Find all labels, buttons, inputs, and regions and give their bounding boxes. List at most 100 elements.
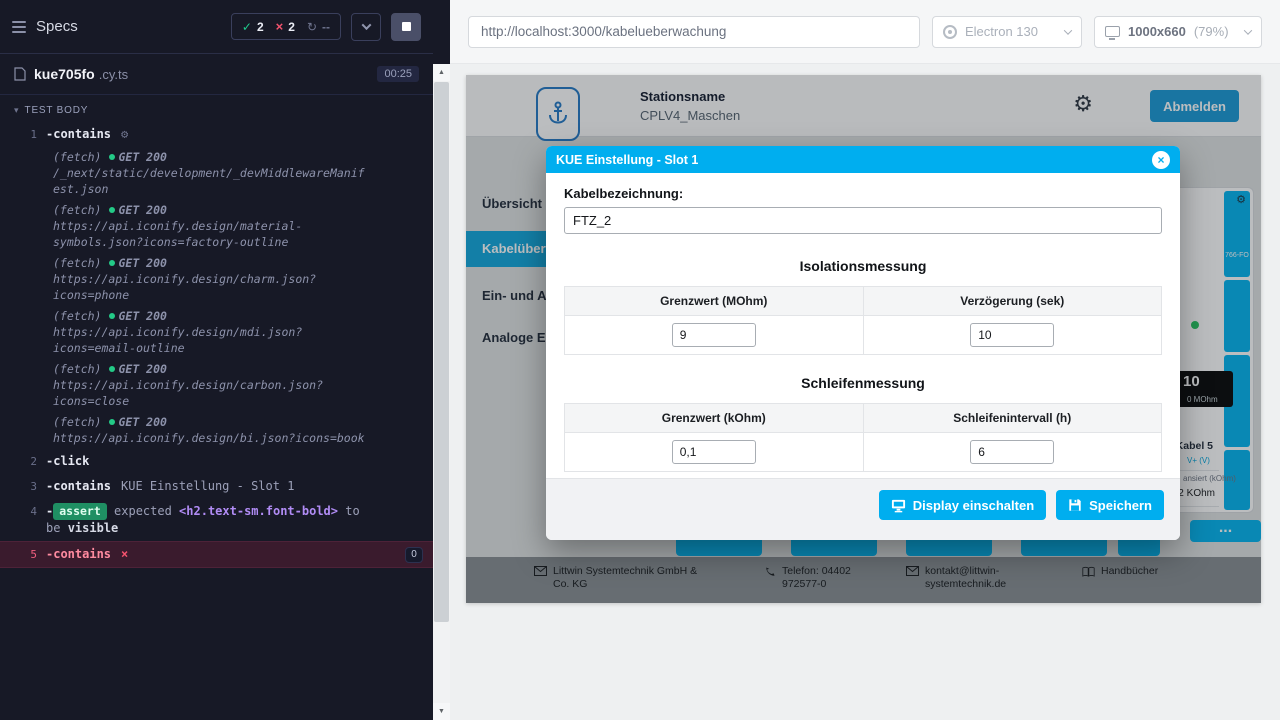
success-dot-icon bbox=[109, 313, 115, 319]
isolation-section-title: Isolationsmessung bbox=[564, 258, 1162, 274]
command-text: -contains× bbox=[46, 546, 128, 563]
grenzwert-kohm-input[interactable] bbox=[672, 440, 756, 464]
loop-table: Grenzwert (kOhm) Schleifenintervall (h) bbox=[564, 403, 1162, 472]
url-input[interactable] bbox=[468, 16, 920, 48]
loop-section-title: Schleifenmessung bbox=[564, 375, 1162, 391]
command-text: -click bbox=[46, 453, 89, 470]
network-log-row[interactable]: (fetch)GET 200 https://api.iconify.desig… bbox=[53, 412, 365, 449]
chevron-down-icon bbox=[1244, 26, 1252, 34]
main-area: Electron 130 1000x660 (79%) Stationsname… bbox=[450, 0, 1280, 720]
reporter-top-filler bbox=[433, 0, 450, 64]
save-button[interactable]: Speichern bbox=[1056, 490, 1164, 520]
fetch-line: (fetch)GET 200 bbox=[53, 361, 365, 377]
modal-title: KUE Einstellung - Slot 1 bbox=[556, 153, 698, 167]
scrollbar-thumb[interactable] bbox=[434, 82, 449, 622]
grenzwert-mohm-input[interactable] bbox=[672, 323, 756, 347]
browser-label: Electron 130 bbox=[965, 24, 1038, 39]
command-text: -assert expected <h2.text-sm.font-bold> … bbox=[46, 503, 376, 537]
isolation-table: Grenzwert (MOhm) Verzögerung (sek) bbox=[564, 286, 1162, 355]
failed-count: 2 bbox=[288, 20, 295, 34]
fetch-url: https://api.iconify.design/charm.json?ic… bbox=[53, 271, 365, 303]
line-number: 3 bbox=[0, 478, 46, 495]
stat-pending: ↻ -- bbox=[307, 20, 330, 34]
fetch-line: (fetch)GET 200 bbox=[53, 202, 365, 218]
fetch-url: https://api.iconify.design/carbon.json?i… bbox=[53, 377, 365, 409]
modal-header: KUE Einstellung - Slot 1 × bbox=[546, 146, 1180, 173]
page: Specs ✓ 2 × 2 ↻ -- bbox=[0, 0, 1280, 720]
fetch-url: https://api.iconify.design/bi.json?icons… bbox=[53, 430, 365, 446]
fetch-line: (fetch)GET 200 bbox=[53, 414, 365, 430]
fetch-url: https://api.iconify.design/mdi.json?icon… bbox=[53, 324, 365, 356]
specs-menu-icon[interactable] bbox=[12, 21, 26, 33]
command-row-click[interactable]: 2 -click bbox=[0, 449, 433, 474]
cypress-reporter: Specs ✓ 2 × 2 ↻ -- bbox=[0, 0, 450, 720]
command-options-gear-icon[interactable]: ⚙ bbox=[121, 127, 128, 141]
display-on-button[interactable]: Display einschalten bbox=[879, 490, 1046, 520]
spec-name: kue705fo bbox=[34, 66, 95, 82]
reporter-content: Specs ✓ 2 × 2 ↻ -- bbox=[0, 0, 433, 720]
display-icon bbox=[891, 498, 906, 513]
collapse-button[interactable] bbox=[351, 13, 381, 41]
browser-select[interactable]: Electron 130 bbox=[932, 16, 1082, 48]
network-log-row[interactable]: (fetch)GET 200 https://api.iconify.desig… bbox=[53, 253, 365, 306]
viewport-size: 1000x660 bbox=[1128, 24, 1186, 39]
fetch-line: (fetch)GET 200 bbox=[53, 255, 365, 271]
chevron-down-icon bbox=[361, 20, 371, 30]
assert-badge: assert bbox=[53, 503, 107, 520]
success-dot-icon bbox=[109, 207, 115, 213]
kue-settings-modal: KUE Einstellung - Slot 1 × Kabelbezeichn… bbox=[546, 146, 1180, 540]
success-dot-icon bbox=[109, 154, 115, 160]
modal-body: Kabelbezeichnung: Isolationsmessung Gren… bbox=[546, 173, 1180, 472]
schleifenintervall-input[interactable] bbox=[970, 440, 1054, 464]
column-header: Verzögerung (sek) bbox=[863, 287, 1162, 316]
aut-frame: Stationsname CPLV4_Maschen ⚙ Abmelden Üb… bbox=[466, 75, 1261, 603]
command-row-contains[interactable]: 3 -containsKUE Einstellung - Slot 1 bbox=[0, 474, 433, 499]
error-x-icon: × bbox=[121, 547, 128, 561]
command-log: 1 -contains⚙ (fetch)GET 200 /_next/stati… bbox=[0, 122, 433, 568]
scroll-down-arrow[interactable]: ▼ bbox=[433, 703, 450, 720]
scroll-up-arrow[interactable]: ▲ bbox=[433, 64, 450, 81]
test-body-section[interactable]: ▾ TEST BODY bbox=[0, 95, 433, 122]
column-header: Schleifenintervall (h) bbox=[863, 404, 1162, 433]
success-dot-icon bbox=[109, 260, 115, 266]
kabel-name-input[interactable] bbox=[564, 207, 1162, 234]
refresh-icon: ↻ bbox=[307, 20, 317, 34]
line-number: 5 bbox=[0, 546, 46, 563]
command-text: -containsKUE Einstellung - Slot 1 bbox=[46, 478, 294, 495]
network-log-row[interactable]: (fetch)GET 200 https://api.iconify.desig… bbox=[53, 306, 365, 359]
electron-icon bbox=[943, 25, 957, 39]
fetch-url: /_next/static/development/_devMiddleware… bbox=[53, 165, 365, 197]
spec-extension: .cy.ts bbox=[99, 67, 128, 82]
section-label: TEST BODY bbox=[25, 105, 89, 116]
test-stats: ✓ 2 × 2 ↻ -- bbox=[231, 13, 341, 40]
column-header: Grenzwert (MOhm) bbox=[565, 287, 864, 316]
caret-down-icon: ▾ bbox=[14, 105, 19, 116]
line-number: 1 bbox=[0, 126, 46, 143]
stop-button[interactable] bbox=[391, 13, 421, 41]
check-icon: ✓ bbox=[242, 20, 252, 34]
specs-title[interactable]: Specs bbox=[36, 18, 78, 35]
line-number: 2 bbox=[0, 453, 46, 470]
retry-count-badge: 0 bbox=[405, 547, 423, 563]
spec-duration-badge: 00:25 bbox=[377, 66, 419, 82]
network-log-row[interactable]: (fetch)GET 200 /_next/static/development… bbox=[53, 147, 365, 200]
fetch-url: https://api.iconify.design/material-symb… bbox=[53, 218, 365, 250]
close-icon[interactable]: × bbox=[1152, 151, 1170, 169]
kabel-name-label: Kabelbezeichnung: bbox=[564, 186, 1162, 201]
spec-file-row[interactable]: kue705fo .cy.ts 00:25 bbox=[0, 54, 433, 95]
reporter-header: Specs ✓ 2 × 2 ↻ -- bbox=[0, 0, 433, 54]
pending-count: -- bbox=[322, 20, 330, 34]
scrollbar[interactable]: ▲ ▼ bbox=[433, 64, 450, 720]
x-icon: × bbox=[276, 19, 284, 34]
viewport-control[interactable]: 1000x660 (79%) bbox=[1094, 16, 1262, 48]
network-log-row[interactable]: (fetch)GET 200 https://api.iconify.desig… bbox=[53, 359, 365, 412]
command-row-assert[interactable]: 4 -assert expected <h2.text-sm.font-bold… bbox=[0, 499, 433, 541]
command-row-failed[interactable]: 5 -contains× 0 bbox=[0, 541, 433, 568]
command-argument: KUE Einstellung - Slot 1 bbox=[121, 479, 294, 493]
command-row-contains[interactable]: 1 -contains⚙ bbox=[0, 122, 433, 147]
save-floppy-icon bbox=[1068, 498, 1082, 512]
command-text: -contains⚙ bbox=[46, 126, 128, 143]
verzoegerung-input[interactable] bbox=[970, 323, 1054, 347]
fetch-line: (fetch)GET 200 bbox=[53, 149, 365, 165]
network-log-row[interactable]: (fetch)GET 200 https://api.iconify.desig… bbox=[53, 200, 365, 253]
